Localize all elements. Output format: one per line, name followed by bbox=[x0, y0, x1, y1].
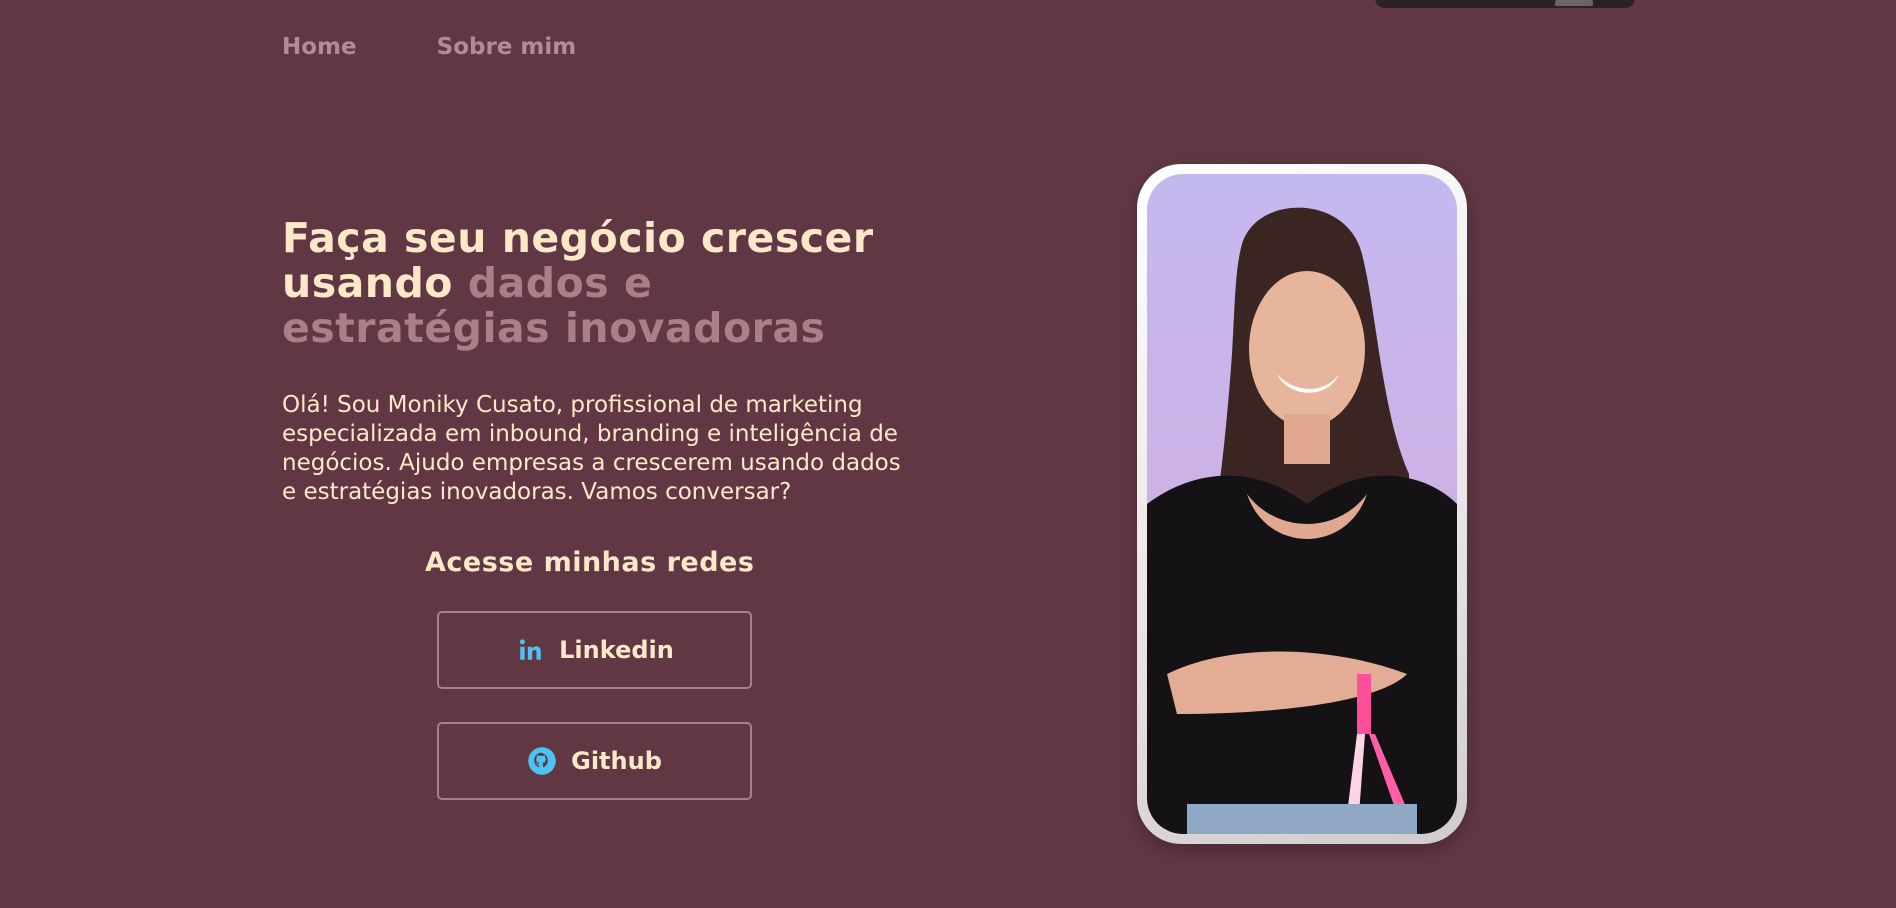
page: Home Sobre mim Faça seu negócio crescer … bbox=[0, 0, 1896, 908]
github-button[interactable]: Github bbox=[437, 722, 752, 800]
linkedin-label: Linkedin bbox=[559, 636, 674, 664]
linkedin-icon bbox=[515, 635, 545, 665]
github-label: Github bbox=[571, 747, 662, 775]
github-icon bbox=[527, 746, 557, 776]
nav-about[interactable]: Sobre mim bbox=[437, 34, 577, 60]
top-overlay-bar bbox=[1375, 0, 1635, 8]
hero-headline: Faça seu negócio crescer usando dados e … bbox=[282, 216, 922, 351]
profile-phone-frame bbox=[1137, 164, 1467, 844]
social-title: Acesse minhas redes bbox=[425, 547, 755, 578]
profile-photo bbox=[1147, 174, 1457, 834]
linkedin-button[interactable]: Linkedin bbox=[437, 611, 752, 689]
hero-intro: Olá! Sou Moniky Cusato, profissional de … bbox=[282, 392, 901, 505]
hero-section: Faça seu negócio crescer usando dados e … bbox=[282, 216, 922, 507]
nav-home[interactable]: Home bbox=[282, 34, 357, 60]
top-nav: Home Sobre mim bbox=[282, 34, 576, 60]
